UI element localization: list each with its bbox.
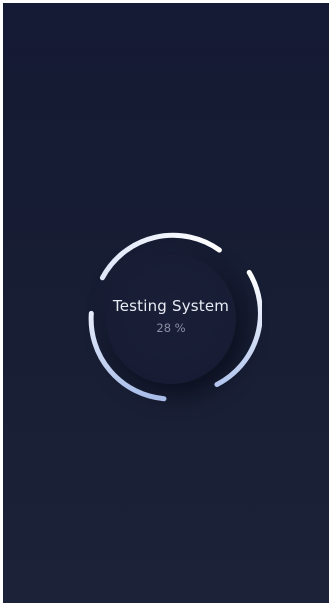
loader-title: Testing System: [112, 297, 230, 315]
loader-percent: 28 %: [156, 321, 186, 335]
progress-loader: Testing System 28 %: [80, 228, 262, 410]
loader-labels: Testing System 28 %: [80, 228, 262, 410]
app-screen: Testing System 28 %: [3, 3, 329, 603]
